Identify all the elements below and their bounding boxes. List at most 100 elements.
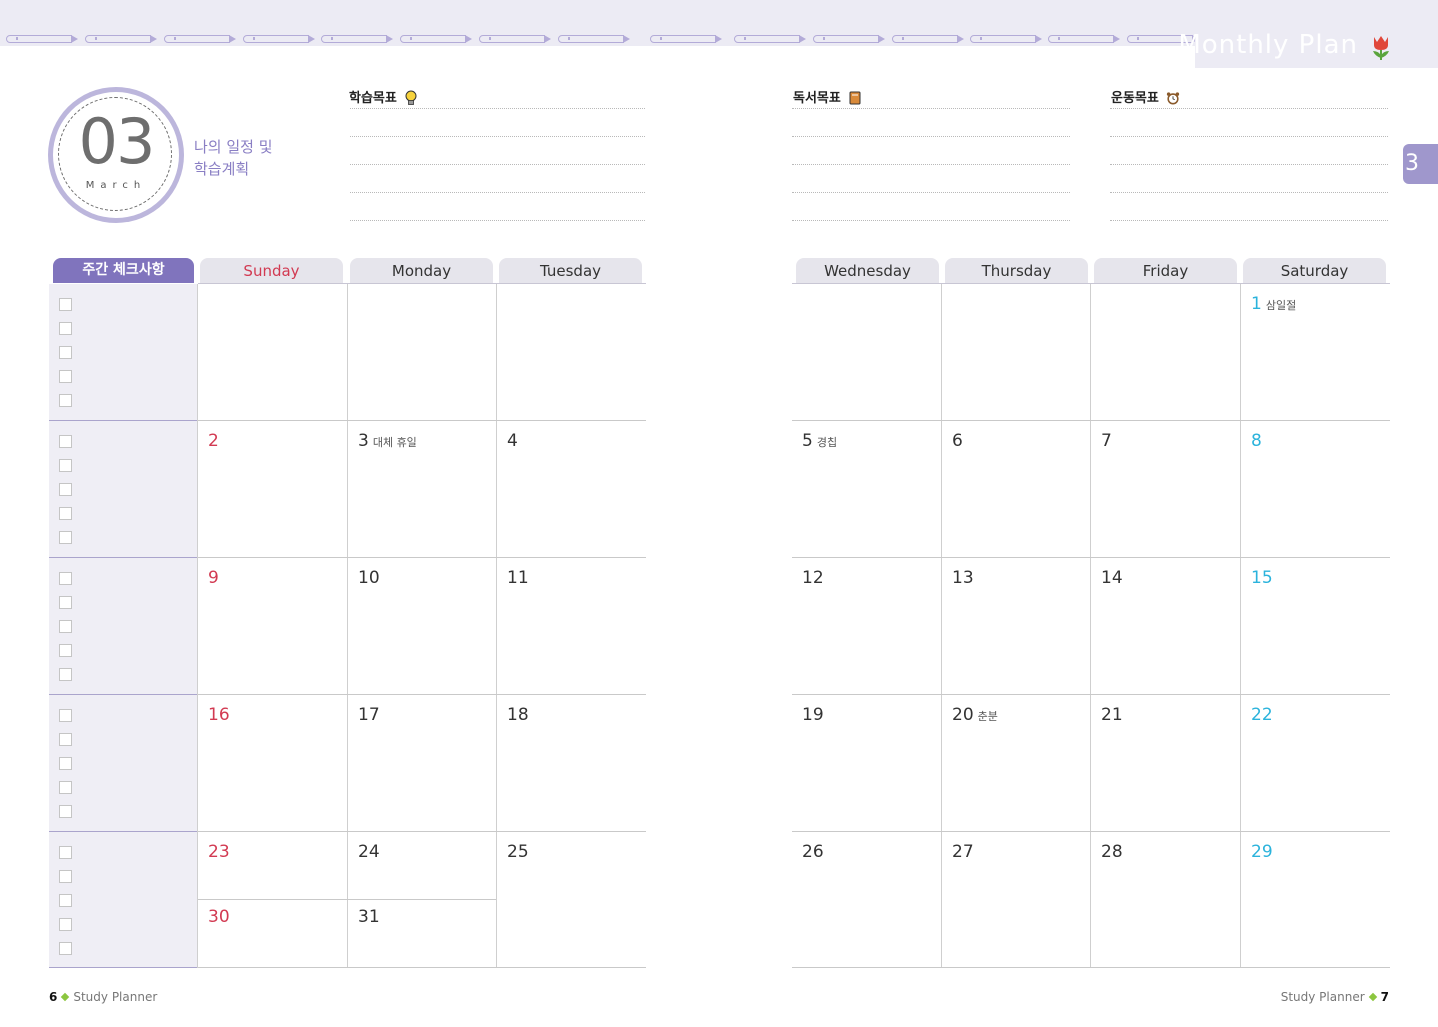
calendar-day-cell[interactable]: 26 — [802, 842, 824, 862]
date-number: 24 — [358, 842, 380, 862]
week-checkbox[interactable] — [59, 644, 72, 657]
week-checkbox[interactable] — [59, 942, 72, 955]
week-checkbox[interactable] — [59, 596, 72, 609]
date-number: 28 — [1101, 842, 1123, 862]
week-checkbox[interactable] — [59, 668, 72, 681]
day-header-saturday: Saturday — [1243, 258, 1386, 283]
week-separator — [198, 967, 646, 968]
calendar-day-cell[interactable]: 7 — [1101, 431, 1112, 451]
calendar-day-cell[interactable]: 30 — [208, 907, 230, 927]
reading-goal-label-wrap: 독서목표 — [793, 87, 862, 106]
goal-line — [1110, 108, 1388, 109]
exercise-goal-label: 운동목표 — [1111, 91, 1159, 106]
week-checkbox[interactable] — [59, 846, 72, 859]
pencil-icon — [892, 35, 964, 43]
calendar-day-cell[interactable]: 13 — [952, 568, 974, 588]
column-divider — [197, 284, 198, 968]
pencil-icon — [85, 35, 157, 43]
week-checkbox[interactable] — [59, 346, 72, 359]
week-checkbox[interactable] — [59, 531, 72, 544]
calendar-day-cell[interactable]: 12 — [802, 568, 824, 588]
diamond-icon — [1368, 992, 1377, 1002]
calendar-day-cell[interactable]: 24 — [358, 842, 380, 862]
week-checkbox[interactable] — [59, 894, 72, 907]
split-cell-divider — [198, 899, 496, 900]
calendar-day-cell[interactable]: 29 — [1251, 842, 1273, 862]
week-checkbox[interactable] — [59, 322, 72, 335]
date-note: 삼일절 — [1265, 299, 1297, 312]
calendar-day-cell[interactable]: 18 — [507, 705, 529, 725]
week-separator — [198, 694, 646, 695]
calendar-day-cell[interactable]: 9 — [208, 568, 219, 588]
calendar-day-cell[interactable]: 14 — [1101, 568, 1123, 588]
week-checkbox[interactable] — [59, 781, 72, 794]
calendar-day-cell[interactable]: 21 — [1101, 705, 1123, 725]
column-divider — [496, 284, 497, 968]
study-goal-label: 학습목표 — [349, 91, 397, 106]
month-number: 03 — [78, 105, 156, 178]
header-band-strip — [0, 46, 1195, 68]
week-checkbox[interactable] — [59, 507, 72, 520]
calendar-day-cell[interactable]: 17 — [358, 705, 380, 725]
week-checkbox[interactable] — [59, 370, 72, 383]
goal-line — [350, 192, 645, 193]
pencil-icon — [400, 35, 472, 43]
date-number: 16 — [208, 705, 230, 725]
right-footer-label: Study Planner — [1280, 990, 1365, 1004]
calendar-day-cell[interactable]: 8 — [1251, 431, 1262, 451]
week-separator — [792, 831, 1390, 832]
date-number: 25 — [507, 842, 529, 862]
week-checkbox[interactable] — [59, 572, 72, 585]
calendar-day-cell[interactable]: 27 — [952, 842, 974, 862]
pencil-icon — [970, 35, 1042, 43]
calendar-day-cell[interactable]: 15 — [1251, 568, 1273, 588]
pencil-icon — [164, 35, 236, 43]
day-header-friday: Friday — [1094, 258, 1237, 283]
calendar-day-cell[interactable]: 31 — [358, 907, 380, 927]
week-checkbox[interactable] — [59, 733, 72, 746]
week-checkbox[interactable] — [59, 298, 72, 311]
week-checkbox[interactable] — [59, 394, 72, 407]
pencil-icon — [734, 35, 806, 43]
date-number: 12 — [802, 568, 824, 588]
week-checkbox[interactable] — [59, 459, 72, 472]
calendar-day-cell[interactable]: 3 대체 휴일 — [358, 431, 417, 451]
week-checkbox[interactable] — [59, 870, 72, 883]
calendar-day-cell[interactable]: 20 춘분 — [952, 705, 998, 725]
calendar-day-cell[interactable]: 6 — [952, 431, 963, 451]
week-checkbox[interactable] — [59, 757, 72, 770]
week-checkbox[interactable] — [59, 709, 72, 722]
week-checkbox[interactable] — [59, 435, 72, 448]
lightbulb-icon — [405, 90, 417, 105]
date-number: 11 — [507, 568, 529, 588]
calendar-day-cell[interactable]: 23 — [208, 842, 230, 862]
date-note: 춘분 — [977, 710, 998, 723]
calendar-day-cell[interactable]: 28 — [1101, 842, 1123, 862]
pencil-icon — [650, 35, 722, 43]
calendar-day-cell[interactable]: 4 — [507, 431, 518, 451]
week-checkbox[interactable] — [59, 918, 72, 931]
goal-line — [1110, 164, 1388, 165]
pencil-icon — [558, 35, 630, 43]
week-checkbox[interactable] — [59, 805, 72, 818]
week-separator — [49, 967, 197, 968]
calendar-day-cell[interactable]: 16 — [208, 705, 230, 725]
calendar-day-cell[interactable]: 19 — [802, 705, 824, 725]
calendar-day-cell[interactable]: 2 — [208, 431, 219, 451]
date-number: 15 — [1251, 568, 1273, 588]
calendar-day-cell[interactable]: 25 — [507, 842, 529, 862]
month-side-tab[interactable]: 3 — [1403, 144, 1438, 184]
tulip-icon — [1373, 36, 1389, 60]
calendar-day-cell[interactable]: 5 경칩 — [802, 431, 837, 451]
calendar-day-cell[interactable]: 11 — [507, 568, 529, 588]
calendar-day-cell[interactable]: 10 — [358, 568, 380, 588]
goal-line — [350, 220, 645, 221]
calendar-day-cell[interactable]: 1 삼일절 — [1251, 294, 1296, 314]
week-separator — [792, 694, 1390, 695]
week-checkbox[interactable] — [59, 483, 72, 496]
week-separator — [792, 967, 1390, 968]
week-checkbox[interactable] — [59, 620, 72, 633]
calendar-day-cell[interactable]: 22 — [1251, 705, 1273, 725]
date-number: 5 — [802, 431, 813, 451]
day-header-thursday: Thursday — [945, 258, 1088, 283]
